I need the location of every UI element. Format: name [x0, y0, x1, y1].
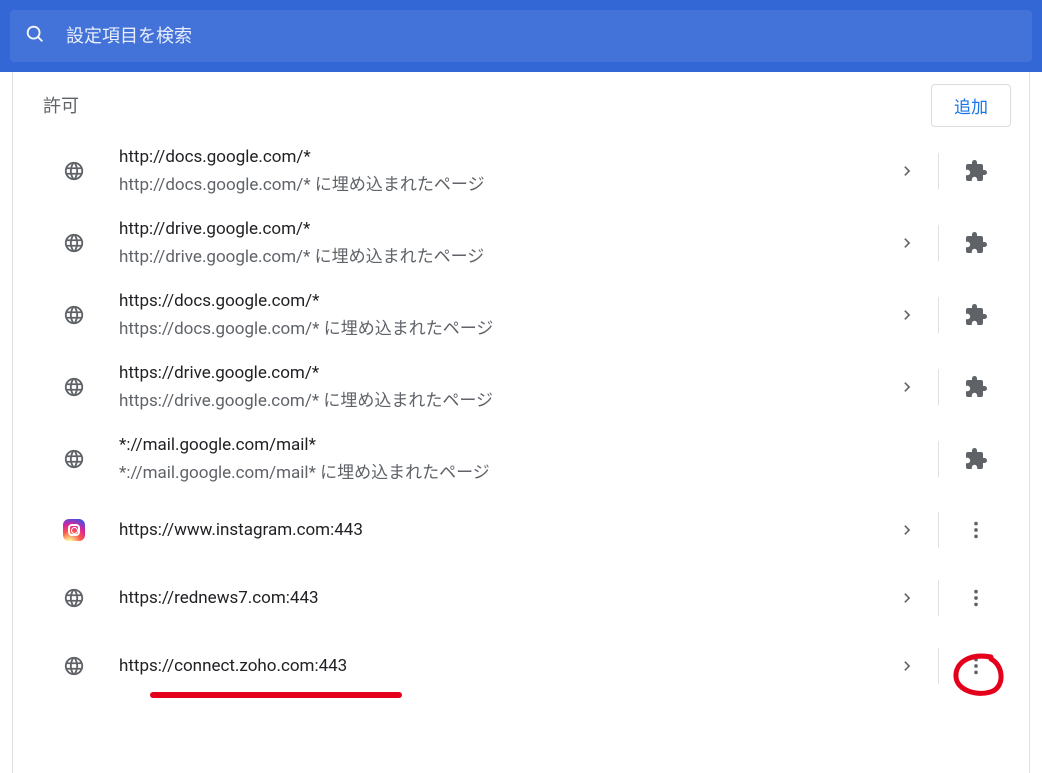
site-url: https://docs.google.com/*	[119, 290, 878, 312]
extension-puzzle-icon[interactable]	[939, 159, 1013, 183]
site-row: *://mail.google.com/mail* *://mail.google…	[19, 424, 1023, 496]
expand-arrow[interactable]	[878, 234, 938, 252]
globe-icon	[29, 587, 119, 609]
search-input[interactable]	[66, 26, 1018, 47]
site-row: https://connect.zoho.com:443	[19, 632, 1023, 700]
site-row: https://drive.google.com/* https://drive.…	[19, 352, 1023, 424]
site-url: *://mail.google.com/mail*	[119, 434, 878, 456]
site-url: https://www.instagram.com:443	[119, 519, 878, 541]
site-url: https://connect.zoho.com:443	[119, 655, 878, 677]
site-list: http://docs.google.com/* http://docs.goog…	[13, 128, 1029, 700]
search-icon	[24, 23, 46, 49]
site-row: https://rednews7.com:443	[19, 564, 1023, 632]
globe-icon	[29, 655, 119, 677]
site-row: http://docs.google.com/* http://docs.goog…	[19, 136, 1023, 208]
more-menu-button[interactable]	[939, 655, 1013, 677]
site-text: https://docs.google.com/* https://docs.go…	[119, 290, 878, 340]
globe-icon	[29, 448, 119, 470]
site-text: https://drive.google.com/* https://drive.…	[119, 362, 878, 412]
section-header: 許可 追加	[13, 72, 1029, 128]
extension-puzzle-icon[interactable]	[939, 447, 1013, 471]
page-root: 許可 追加 http://docs.google.com/*http://doc…	[0, 0, 1042, 773]
content-panel: 許可 追加 http://docs.google.com/*http://doc…	[12, 72, 1030, 773]
site-url: https://drive.google.com/*	[119, 362, 878, 384]
globe-icon	[29, 232, 119, 254]
site-sub: *://mail.google.com/mail* に埋め込まれたページ	[119, 462, 878, 484]
site-row: http://drive.google.com/* http://drive.go…	[19, 208, 1023, 280]
site-sub: https://docs.google.com/* に埋め込まれたページ	[119, 318, 878, 340]
more-menu-button[interactable]	[939, 587, 1013, 609]
expand-arrow[interactable]	[878, 306, 938, 324]
site-text: https://www.instagram.com:443	[119, 519, 878, 541]
site-sub: http://drive.google.com/* に埋め込まれたページ	[119, 246, 878, 268]
site-url: http://docs.google.com/*	[119, 146, 878, 168]
expand-arrow[interactable]	[878, 162, 938, 180]
site-url: https://rednews7.com:443	[119, 587, 878, 609]
site-text: https://connect.zoho.com:443	[119, 655, 878, 677]
globe-icon	[29, 160, 119, 182]
expand-arrow[interactable]	[878, 378, 938, 396]
expand-arrow[interactable]	[878, 657, 938, 675]
site-row: https://docs.google.com/* https://docs.go…	[19, 280, 1023, 352]
more-menu-button[interactable]	[939, 519, 1013, 541]
site-text: *://mail.google.com/mail* *://mail.google…	[119, 434, 878, 484]
topbar	[0, 0, 1042, 72]
extension-puzzle-icon[interactable]	[939, 375, 1013, 399]
site-text: https://rednews7.com:443	[119, 587, 878, 609]
globe-icon	[29, 304, 119, 326]
site-row: https://www.instagram.com:443	[19, 496, 1023, 564]
site-text: http://drive.google.com/* http://drive.go…	[119, 218, 878, 268]
add-button[interactable]: 追加	[931, 84, 1011, 127]
extension-puzzle-icon[interactable]	[939, 231, 1013, 255]
site-url: http://drive.google.com/*	[119, 218, 878, 240]
expand-arrow[interactable]	[878, 521, 938, 539]
search-bar[interactable]	[10, 10, 1032, 62]
extension-puzzle-icon[interactable]	[939, 303, 1013, 327]
site-text: http://docs.google.com/* http://docs.goog…	[119, 146, 878, 196]
section-title: 許可	[43, 92, 79, 118]
globe-icon	[29, 376, 119, 398]
expand-arrow[interactable]	[878, 589, 938, 607]
annotation-underline	[150, 692, 402, 698]
site-sub: http://docs.google.com/* に埋め込まれたページ	[119, 174, 878, 196]
instagram-icon	[29, 519, 119, 541]
site-sub: https://drive.google.com/* に埋め込まれたページ	[119, 390, 878, 412]
